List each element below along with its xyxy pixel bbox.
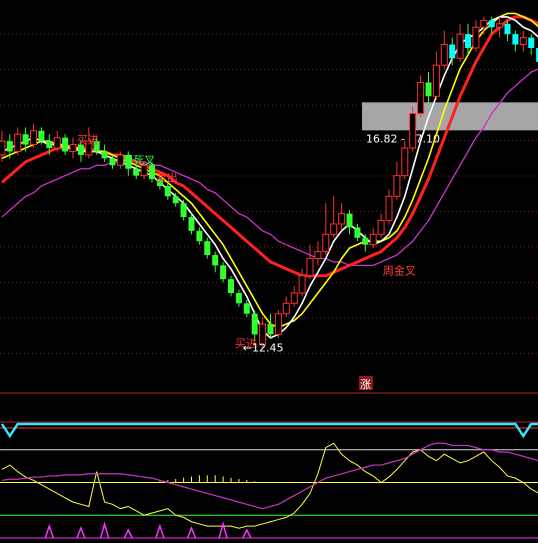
candle-body-up <box>314 251 322 259</box>
candle-body-down <box>354 227 361 238</box>
candle-body-down <box>62 137 69 152</box>
signal-label: 买进 <box>77 133 99 146</box>
signal-label: 卖出 <box>156 170 178 184</box>
candle-body-up <box>401 147 409 177</box>
candle-body-down <box>488 20 495 28</box>
stock-chart: 16.82 - 17.10 买进买进卖出周死叉周金叉←12.45涨 <box>0 0 538 543</box>
candle-body-down <box>212 255 219 266</box>
candle-body-up <box>440 44 448 66</box>
candle-body-up <box>330 223 338 235</box>
candle-body-down <box>164 186 171 197</box>
candle-body-up <box>377 220 385 235</box>
candle-body-down <box>149 165 155 180</box>
candle-body-up <box>306 257 314 277</box>
candle-body-down <box>38 130 45 142</box>
candle-body-up <box>393 175 401 197</box>
candle-body-up <box>456 33 464 59</box>
cross-label: 周金叉 <box>383 264 416 278</box>
candle-body-down <box>528 37 535 48</box>
price-band-label: 16.82 - 17.10 <box>366 132 440 145</box>
rise-badge-text: 涨 <box>360 378 371 391</box>
candle-body-up <box>496 23 504 28</box>
candle-body-up <box>0 140 6 156</box>
chart-stage: 16.82 - 17.10 买进 买进 卖出 周死叉 周金叉 ←12.45 涨 <box>0 0 538 543</box>
candle-body-down <box>267 324 274 335</box>
candle-body-up <box>480 19 488 28</box>
candle-body-down <box>204 241 211 256</box>
candle-body-up <box>30 130 37 146</box>
candle-body-up <box>298 275 306 294</box>
candle-body-up <box>322 233 330 253</box>
cross-label: 周死叉 <box>122 154 155 167</box>
candle-body-down <box>346 213 353 228</box>
candle-body-down <box>465 34 471 48</box>
candle-body-down <box>101 151 108 159</box>
low-price-marker: ←12.45 <box>243 342 284 355</box>
candle-body-down <box>172 196 179 204</box>
candle-body-down <box>251 313 258 335</box>
candle-body-down <box>220 265 227 280</box>
candle-body-up <box>274 313 282 335</box>
candle-body-down <box>362 237 369 245</box>
candle-body-down <box>133 168 140 176</box>
candle-body-down <box>188 217 195 231</box>
candle-body-up <box>369 233 377 246</box>
candle-body-down <box>6 141 13 152</box>
candle-body-up <box>290 292 298 304</box>
candle-body-down <box>243 303 250 314</box>
candle-body-down <box>425 82 432 97</box>
candle-body-down <box>235 292 242 304</box>
candle-body-down <box>196 230 203 242</box>
candle-body-up <box>472 26 480 49</box>
candle-body-up <box>282 302 290 315</box>
candle-body-down <box>22 134 29 145</box>
candle-body-up <box>432 64 440 97</box>
candle-body-up <box>409 113 417 149</box>
candle-body-up <box>338 213 346 225</box>
candle-body-down <box>449 44 456 59</box>
candle-body-down <box>504 23 511 35</box>
candle-body-up <box>69 144 77 152</box>
candle-body-down <box>46 141 53 149</box>
candle-body-down <box>109 158 116 166</box>
candle-body-up <box>385 195 393 222</box>
candle-body-up <box>519 37 527 46</box>
candle-body-up <box>14 133 22 152</box>
candle-body-up <box>417 81 425 115</box>
candle-body-down <box>180 203 187 218</box>
candle-body-down <box>512 34 519 45</box>
candle-body-down <box>228 279 234 293</box>
candle-body-up <box>53 137 61 149</box>
